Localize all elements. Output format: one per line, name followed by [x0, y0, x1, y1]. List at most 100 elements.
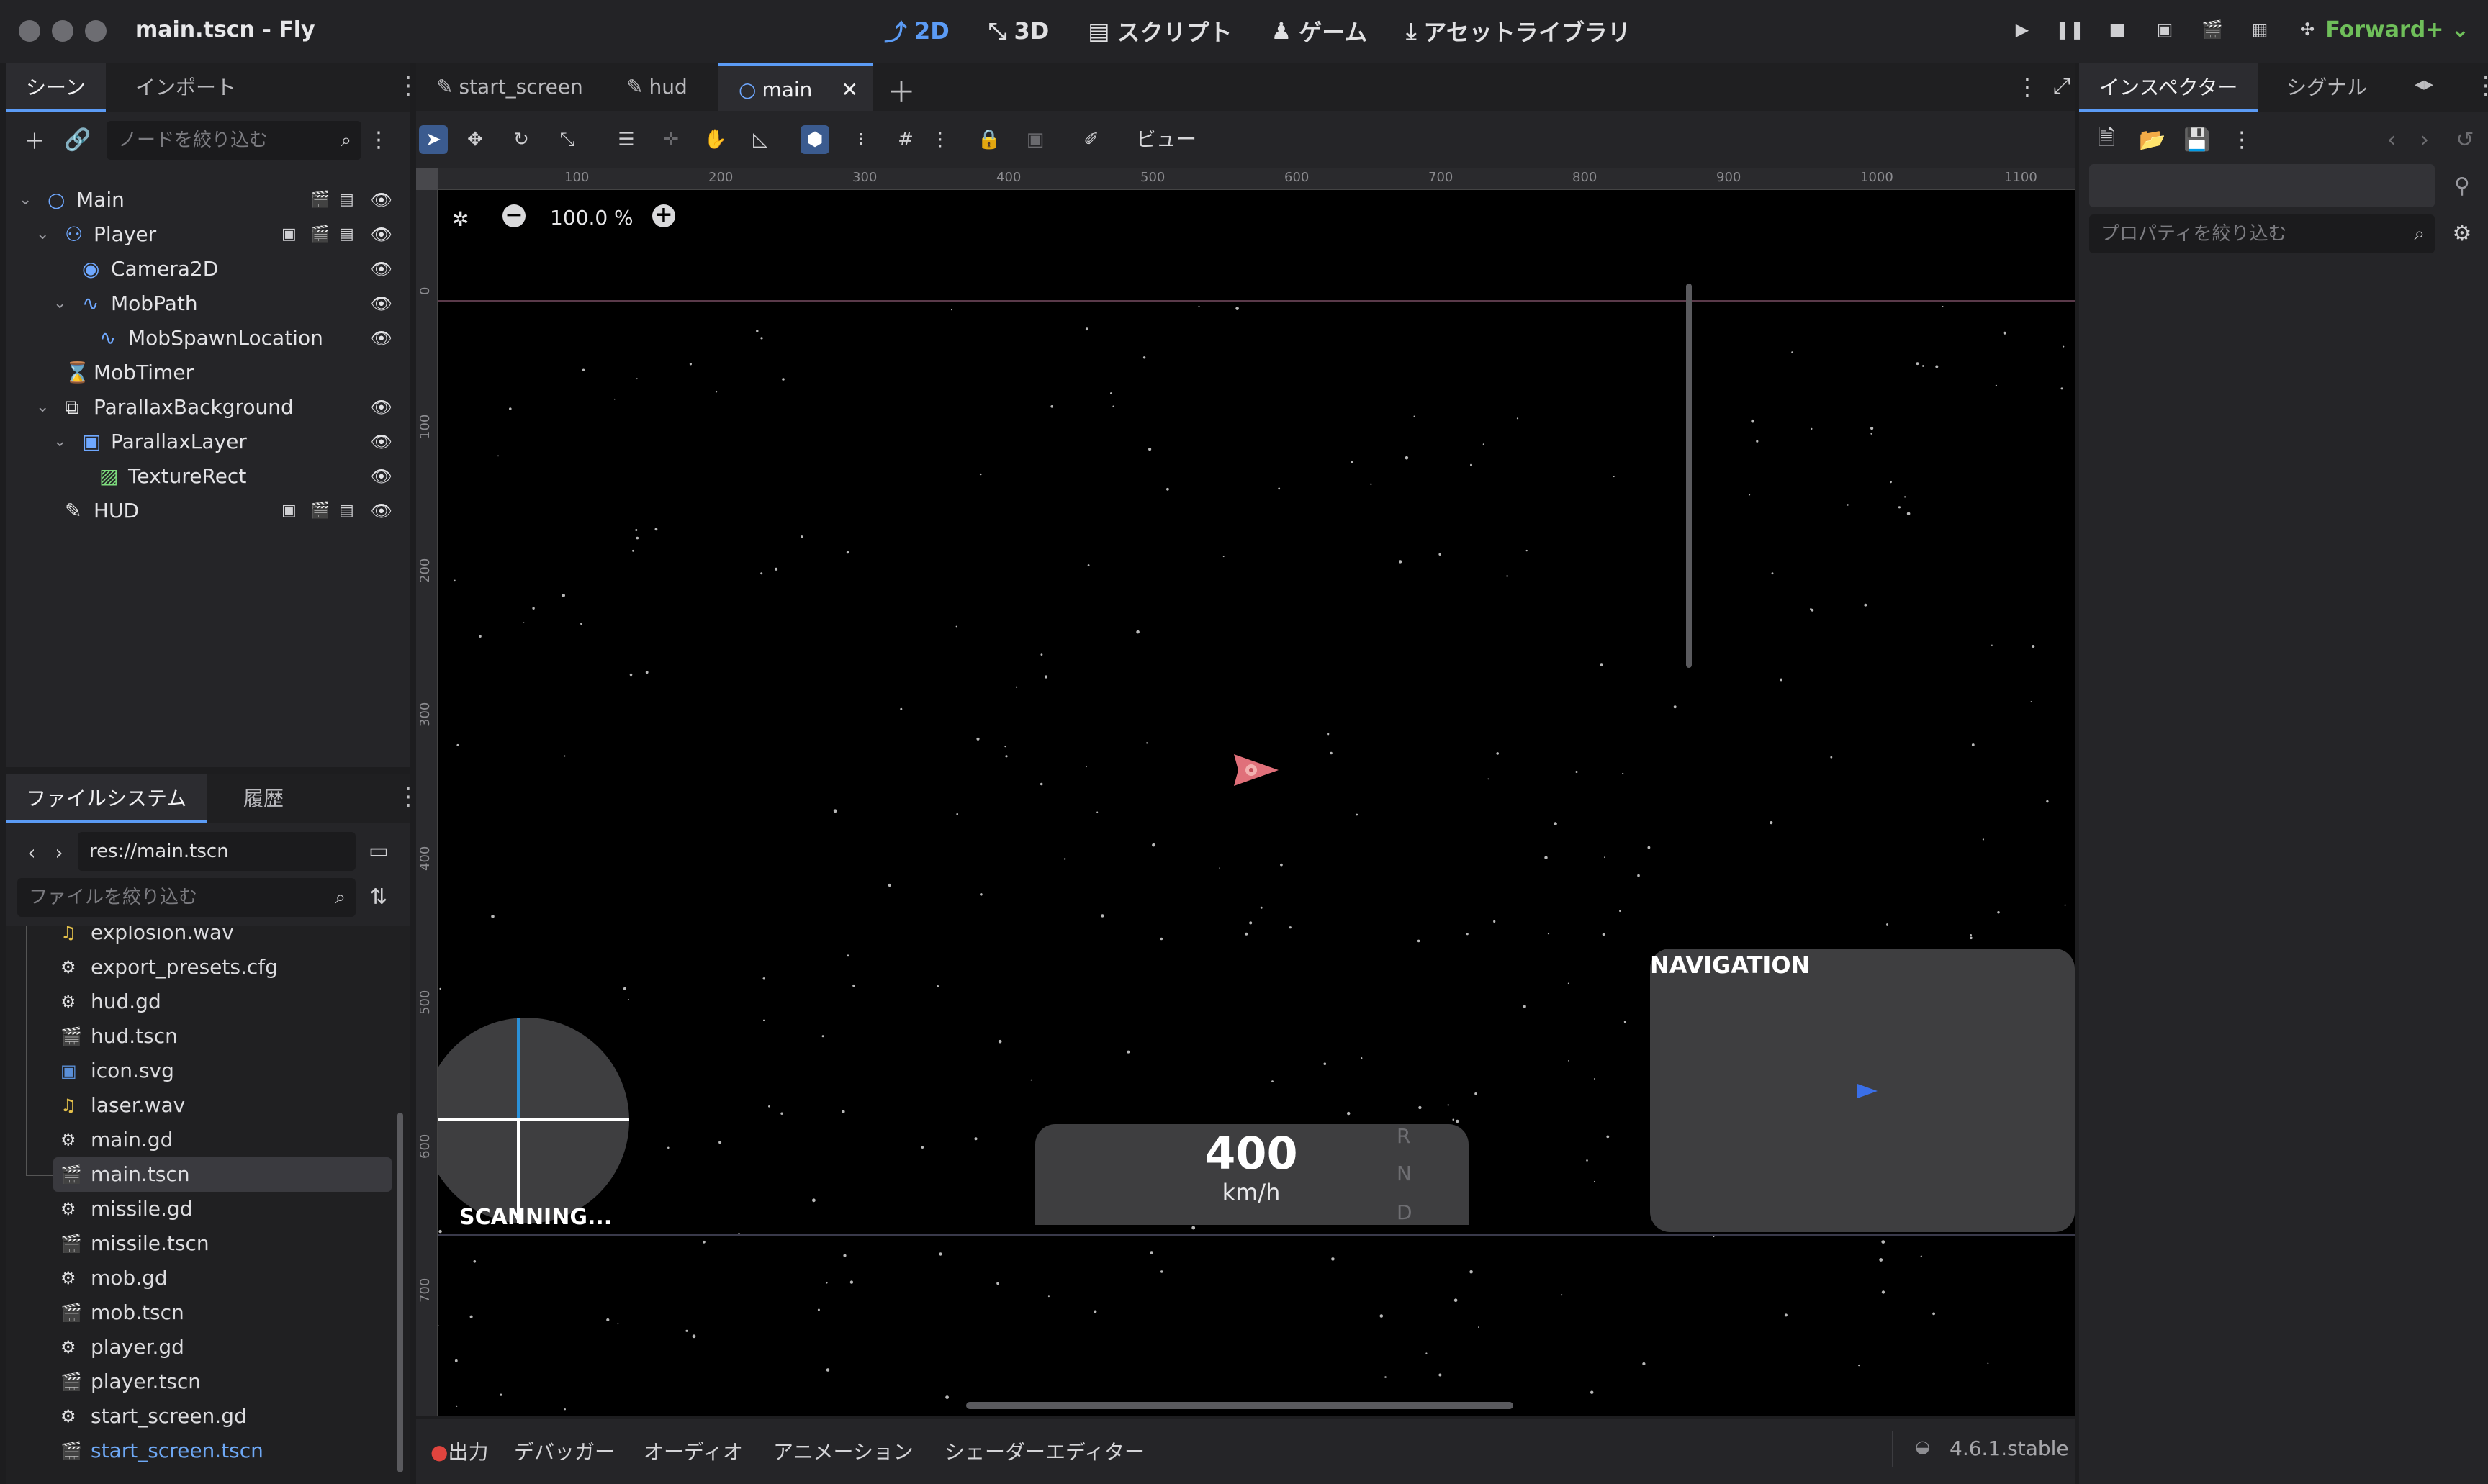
file-item[interactable]: ⚙ start_screen.gd	[53, 1399, 392, 1434]
pivot-tool-icon[interactable]: ✛	[657, 125, 685, 154]
tab-audio[interactable]: オーディオ	[644, 1437, 743, 1465]
grid-snap-icon[interactable]: #	[891, 125, 920, 154]
visibility-eye-icon[interactable]: 👁	[371, 327, 392, 350]
tab-history[interactable]: 履歴	[223, 774, 304, 823]
file-item[interactable]: 🎬 main.tscn	[53, 1157, 392, 1192]
center-view-icon[interactable]: ✲	[452, 207, 469, 231]
file-item[interactable]: 🎬 missile.tscn	[53, 1226, 392, 1261]
file-item[interactable]: ⚙ missile.gd	[53, 1192, 392, 1226]
scene-node-main[interactable]: ⌄ ○ Main 👁 🎬 ▤	[13, 183, 405, 217]
object-properties-icon[interactable]: ⚲	[2448, 171, 2476, 200]
node-filter-input[interactable]: ノードを絞り込む ⌕	[107, 121, 361, 160]
scene-tabs-menu-icon[interactable]: ⋮	[2016, 73, 2039, 101]
file-item[interactable]: ⚙ hud.gd	[53, 985, 392, 1019]
file-item[interactable]: ⚙ export_presets.cfg	[53, 950, 392, 985]
pause-icon[interactable]: ❚❚	[2055, 19, 2084, 40]
skeleton-icon[interactable]: ✐	[1077, 125, 1106, 154]
file-item[interactable]: 🎬 start_screen.tscn	[53, 1434, 392, 1468]
expand-arrow-icon[interactable]: ⌄	[19, 183, 32, 217]
tab-shader-editor[interactable]: シェーダーエディター	[945, 1437, 1145, 1465]
run-specific-scene-icon[interactable]: ▦	[2249, 19, 2271, 40]
movie-icon[interactable]: 🎬	[310, 494, 330, 520]
zoom-in-button[interactable]: +	[652, 204, 675, 227]
file-filter-input[interactable]: ファイルを絞り込む ⌕	[17, 878, 356, 917]
file-item[interactable]: ⚙ player.gd	[53, 1330, 392, 1365]
expand-arrow-icon[interactable]: ⌄	[36, 217, 49, 252]
new-resource-icon[interactable]: 🗎	[2092, 125, 2121, 154]
mode-3d-button[interactable]: ⤡ 3D	[988, 14, 1049, 47]
script-icon[interactable]: ▤	[339, 494, 355, 520]
script-icon[interactable]: ▤	[339, 183, 355, 209]
viewport-vertical-scrollbar[interactable]	[1686, 284, 1692, 668]
tab-main[interactable]: ○ main ✕	[718, 63, 873, 111]
pan-tool-icon[interactable]: ✋	[701, 125, 730, 154]
file-item[interactable]: ♫ laser.wav	[53, 1088, 392, 1123]
zoom-out-button[interactable]: −	[502, 204, 526, 227]
mode-script-button[interactable]: ▤ スクリプト	[1088, 14, 1232, 47]
expand-arrow-icon[interactable]: ⌄	[53, 286, 66, 321]
movie-icon[interactable]: 🎬	[310, 183, 330, 209]
tab-animation[interactable]: アニメーション	[773, 1437, 914, 1465]
scene-node-camera2d[interactable]: ◉ Camera2D 👁	[13, 252, 405, 286]
tab-debugger[interactable]: デバッガー	[514, 1437, 615, 1465]
update-spinner-icon[interactable]: ◒	[1915, 1437, 1930, 1457]
remote-debug-icon[interactable]: ▣	[2154, 19, 2176, 40]
object-selector[interactable]	[2089, 164, 2435, 207]
file-item[interactable]: 🎬 player.tscn	[53, 1365, 392, 1399]
scene-node-mobspawnlocation[interactable]: ∿ MobSpawnLocation 👁	[13, 321, 405, 356]
property-filter-input[interactable]: プロパティを絞り込む ⌕	[2089, 214, 2435, 253]
file-item[interactable]: 🎬 mob.tscn	[53, 1295, 392, 1330]
visibility-eye-icon[interactable]: 👁	[371, 465, 392, 488]
close-tab-icon[interactable]: ✕	[842, 66, 858, 114]
object-history-icon[interactable]: ↺	[2451, 125, 2479, 154]
tab-start-screen[interactable]: ✎ start_screen	[416, 63, 603, 111]
visibility-eye-icon[interactable]: 👁	[371, 499, 392, 522]
snap-menu-icon[interactable]: ⋮	[926, 125, 955, 154]
resource-menu-icon[interactable]: ⋮	[2227, 125, 2256, 154]
movie-maker-icon[interactable]: ✣	[2297, 19, 2318, 40]
add-node-icon[interactable]: ＋	[20, 125, 49, 155]
file-item[interactable]: ♫ explosion.wav	[53, 926, 392, 950]
dock-arrows-icon[interactable]: ◂▸	[2415, 73, 2433, 95]
back-icon[interactable]: ‹	[17, 838, 46, 867]
inspector-settings-icon[interactable]: ⚙	[2448, 219, 2476, 248]
mode-game-button[interactable]: ♟ ゲーム	[1271, 14, 1368, 47]
smart-snap-icon[interactable]: ⬢	[801, 125, 829, 154]
mode-asset-library-button[interactable]: ⤓ アセットライブラリ	[1406, 14, 1631, 47]
distraction-free-icon[interactable]: ⤢	[2053, 73, 2070, 99]
sort-files-icon[interactable]: ⇅	[364, 882, 393, 911]
scene-node-mobtimer[interactable]: ⌛ MobTimer	[13, 356, 405, 390]
movie-icon[interactable]: 🎬	[310, 217, 330, 243]
scene-node-hud[interactable]: ✎ HUD 👁 ▣ 🎬 ▤	[13, 494, 405, 528]
stop-icon[interactable]: ■	[2106, 19, 2128, 40]
snap-options-icon[interactable]: ⁝	[847, 125, 875, 154]
tab-filesystem[interactable]: ファイルシステム	[6, 774, 207, 823]
toggle-split-icon[interactable]: ▭	[364, 836, 393, 865]
scene-dock-menu-icon[interactable]: ⋮	[396, 73, 420, 98]
player-ship-sprite[interactable]	[1234, 751, 1280, 789]
instance-icon[interactable]: ▣	[281, 217, 297, 243]
expand-arrow-icon[interactable]: ⌄	[53, 425, 66, 459]
scene-tree-options-icon[interactable]: ⋮	[364, 125, 393, 154]
tab-output[interactable]: ●出力	[431, 1437, 488, 1465]
history-forward-icon[interactable]: ›	[2410, 125, 2439, 154]
tab-scene[interactable]: シーン	[6, 63, 106, 112]
filesystem-dock-menu-icon[interactable]: ⋮	[396, 784, 420, 809]
visibility-eye-icon[interactable]: 👁	[371, 189, 392, 212]
renderer-selector[interactable]: Forward+ ⌄	[2325, 17, 2469, 42]
scene-node-player[interactable]: ⌄ ⚇ Player 👁 ▣ 🎬 ▤	[13, 217, 405, 252]
file-list-scrollbar[interactable]	[397, 1113, 403, 1472]
scene-node-parallaxbackground[interactable]: ⌄ ⧉ ParallaxBackground 👁	[13, 390, 405, 425]
tab-import[interactable]: インポート	[115, 63, 256, 112]
instantiate-scene-icon[interactable]: 🔗	[63, 125, 92, 154]
zoom-level[interactable]: 100.0 %	[550, 206, 634, 230]
tab-hud[interactable]: ✎ hud	[606, 63, 708, 111]
close-window-button[interactable]	[19, 20, 40, 42]
scene-node-mobpath[interactable]: ⌄ ∿ MobPath 👁	[13, 286, 405, 321]
run-current-scene-icon[interactable]: 🎬	[2201, 19, 2223, 40]
tab-inspector[interactable]: インスペクター	[2079, 63, 2258, 112]
rotate-tool-icon[interactable]: ↻	[507, 125, 536, 154]
scene-node-texturerect[interactable]: ▨ TextureRect 👁	[13, 459, 405, 494]
path-field[interactable]: res://main.tscn	[78, 832, 356, 871]
file-item[interactable]: ⚙ main.gd	[53, 1123, 392, 1157]
